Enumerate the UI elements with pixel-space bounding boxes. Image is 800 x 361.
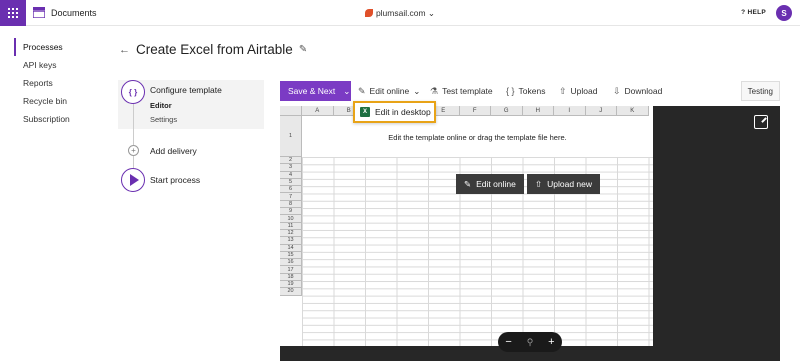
- nav-item-recycle-bin[interactable]: Recycle bin: [14, 92, 94, 110]
- row-header: 7: [280, 193, 302, 201]
- nav-item-api-keys[interactable]: API keys: [14, 56, 94, 74]
- row-header: 10: [280, 215, 302, 223]
- corner-cell: [280, 106, 302, 116]
- question-icon: ?: [741, 9, 746, 16]
- row-header: 16: [280, 259, 302, 267]
- chevron-down-icon: ⌄: [427, 8, 436, 18]
- edit-icon: ✎: [358, 85, 366, 96]
- test-template-button[interactable]: ⚗ Test template: [430, 81, 493, 101]
- step-configure-label: Configure template: [150, 85, 222, 95]
- row-header: 3: [280, 164, 302, 172]
- download-label: Download: [624, 86, 663, 96]
- column-header-row: A B C D E F G H I J K: [280, 106, 649, 116]
- save-next-button[interactable]: Save & Next ⌄: [280, 81, 351, 101]
- row-header: 14: [280, 244, 302, 252]
- zoom-controls: − ⚲ +: [498, 332, 562, 352]
- nav-item-reports[interactable]: Reports: [14, 74, 94, 92]
- nav-item-processes[interactable]: Processes: [14, 38, 94, 56]
- edit-online-label: Edit online: [369, 86, 410, 96]
- row-header: 19: [280, 281, 302, 289]
- test-template-label: Test template: [442, 86, 493, 96]
- step-connector: [133, 156, 134, 168]
- row-header: 13: [280, 237, 302, 245]
- download-icon: ⇩: [613, 85, 621, 96]
- column-header: G: [491, 106, 523, 116]
- column-header: J: [585, 106, 617, 116]
- edit-icon: ✎: [464, 178, 472, 189]
- chevron-down-icon: ⌄: [343, 85, 351, 96]
- braces-icon: { }: [506, 86, 515, 96]
- row-header: 9: [280, 208, 302, 216]
- domain-label: plumsail.com: [375, 8, 426, 18]
- edit-in-desktop-label: Edit in desktop: [375, 107, 431, 117]
- step-editor-link[interactable]: Editor: [150, 101, 172, 110]
- row-header: 6: [280, 186, 302, 194]
- zoom-out-button[interactable]: −: [505, 336, 511, 348]
- flask-icon: ⚗: [430, 85, 439, 96]
- upload-new-button[interactable]: ⇧ Upload new: [527, 174, 601, 194]
- back-arrow-icon[interactable]: ←: [119, 44, 130, 56]
- step-add-delivery[interactable]: Add delivery: [150, 146, 197, 156]
- row-header: 12: [280, 229, 302, 238]
- edit-in-desktop-menu-item[interactable]: X Edit in desktop: [353, 101, 436, 123]
- zoom-in-button[interactable]: +: [548, 336, 554, 348]
- nav-item-subscription[interactable]: Subscription: [14, 110, 94, 128]
- save-next-label: Save & Next: [288, 86, 336, 96]
- upload-label: Upload: [570, 86, 598, 96]
- code-braces-icon: { }: [121, 80, 145, 104]
- download-button[interactable]: ⇩ Download: [613, 81, 662, 101]
- row-header: 5: [280, 178, 302, 187]
- edit-online-button[interactable]: ✎ Edit online ⌄: [358, 81, 420, 101]
- help-label: HELP: [747, 9, 766, 16]
- row-header: 11: [280, 222, 302, 230]
- column-header: K: [617, 106, 649, 116]
- step-start-process[interactable]: Start process: [150, 175, 200, 185]
- row-header: 4: [280, 171, 302, 179]
- row-header: 18: [280, 273, 302, 282]
- drop-hint-text: Edit the template online or drag the tem…: [388, 133, 567, 142]
- template-editor[interactable]: A B C D E F G H I J K 1 2 3 4 5 6 7 8 9 …: [280, 106, 780, 361]
- upload-icon: ⇧: [535, 178, 543, 189]
- plumsail-logo-icon: [364, 9, 373, 17]
- row-header-column: 1 2 3 4 5 6 7 8 9 10 11 12 13 14 15 16 1…: [280, 116, 302, 296]
- editor-toolbar: Save & Next ⌄ ✎ Edit online ⌄ ⚗ Test templat…: [280, 81, 780, 101]
- row-header: 2: [280, 157, 302, 165]
- upload-icon: ⇧: [559, 85, 567, 96]
- pencil-icon[interactable]: ✎: [299, 44, 307, 55]
- side-nav: Processes API keys Reports Recycle bin S…: [14, 38, 94, 128]
- plus-icon: +: [128, 145, 139, 156]
- tokens-label: Tokens: [518, 86, 546, 96]
- edit-online-overlay-label: Edit online: [476, 179, 516, 189]
- domain-selector[interactable]: plumsail.com ⌄: [0, 8, 800, 19]
- edit-online-overlay-button[interactable]: ✎ Edit online: [456, 174, 524, 194]
- tokens-button[interactable]: { } Tokens: [506, 81, 545, 101]
- row-header: 8: [280, 200, 302, 209]
- page-title-row: ← Create Excel from Airtable ✎: [119, 42, 307, 57]
- upload-button[interactable]: ⇧ Upload: [559, 81, 597, 101]
- chevron-down-icon: ⌄: [413, 85, 421, 96]
- column-header: A: [302, 106, 334, 116]
- testing-badge[interactable]: Testing: [740, 81, 780, 101]
- avatar[interactable]: S: [776, 5, 792, 21]
- step-connector: [133, 104, 134, 145]
- top-bar: Documents plumsail.com ⌄ ? HELP S: [0, 0, 800, 26]
- row-header: 1: [280, 116, 302, 157]
- play-icon: [121, 168, 145, 192]
- spreadsheet-preview[interactable]: A B C D E F G H I J K 1 2 3 4 5 6 7 8 9 …: [280, 106, 653, 346]
- column-header: I: [554, 106, 586, 116]
- row-header: 20: [280, 288, 302, 296]
- row-header: 15: [280, 251, 302, 260]
- excel-icon: X: [360, 107, 370, 117]
- upload-new-label: Upload new: [547, 179, 593, 189]
- page-title: Create Excel from Airtable: [136, 42, 293, 57]
- column-header: F: [459, 106, 491, 116]
- column-header: H: [522, 106, 554, 116]
- step-settings-link[interactable]: Settings: [150, 115, 177, 124]
- open-external-icon[interactable]: [754, 115, 768, 129]
- row-header: 17: [280, 266, 302, 274]
- help-link[interactable]: ? HELP: [741, 9, 766, 16]
- zoom-search-icon[interactable]: ⚲: [527, 337, 534, 348]
